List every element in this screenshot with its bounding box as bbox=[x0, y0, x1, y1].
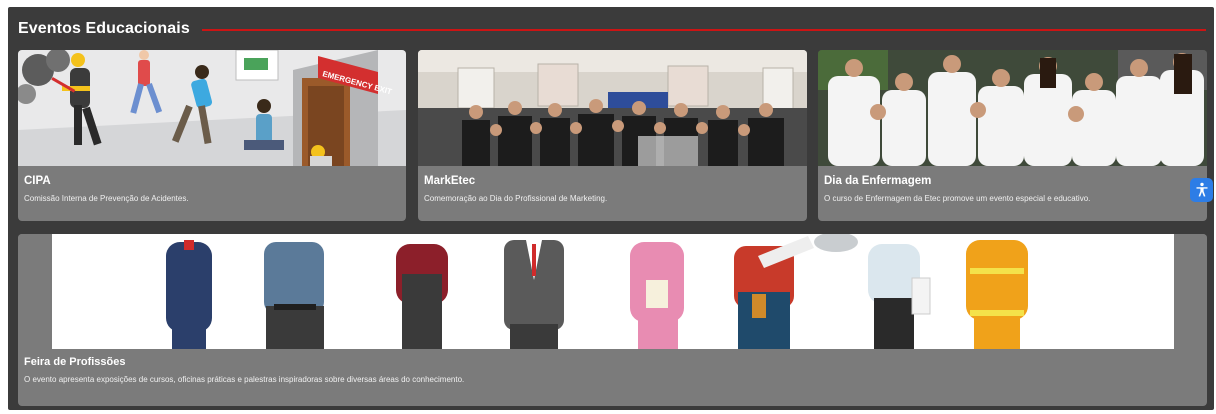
card-title: Feira de Profissões bbox=[24, 356, 126, 368]
accessibility-icon bbox=[1196, 182, 1207, 197]
card-description: Comissão Interna de Prevenção de Acident… bbox=[24, 194, 189, 203]
section-title: Eventos Educacionais bbox=[18, 20, 190, 37]
title-rule bbox=[201, 29, 1206, 31]
card-title: Dia da Enfermagem bbox=[824, 175, 932, 187]
events-panel: Eventos Educacionais EMERGENCY EXIT CIPA… bbox=[8, 7, 1214, 410]
emergency-evacuation-illustration: EMERGENCY EXIT bbox=[18, 50, 406, 166]
event-card-professions-fair[interactable]: Feira de Profissões O evento apresenta e… bbox=[18, 234, 1207, 406]
event-card-cipa[interactable]: EMERGENCY EXIT CIPA Comissão Interna de … bbox=[18, 50, 406, 221]
section-header: Eventos Educacionais bbox=[18, 19, 1206, 39]
accessibility-button[interactable] bbox=[1190, 178, 1213, 202]
card-description: O evento apresenta exposições de cursos,… bbox=[24, 375, 465, 384]
nursing-image bbox=[818, 50, 1207, 166]
card-title: MarkEtec bbox=[424, 175, 476, 187]
cipa-image: EMERGENCY EXIT bbox=[18, 50, 406, 166]
event-card-marketec[interactable]: MarkEtec Comemoração ao Dia do Profissio… bbox=[418, 50, 807, 221]
event-card-nursing[interactable]: Dia da Enfermagem O curso de Enfermagem … bbox=[818, 50, 1207, 221]
marketec-image bbox=[418, 50, 807, 166]
professions-illustration bbox=[18, 234, 1207, 349]
professions-image bbox=[18, 234, 1207, 349]
card-description: O curso de Enfermagem da Etec promove um… bbox=[824, 194, 1091, 203]
marketing-group-photo bbox=[418, 50, 807, 166]
card-title: CIPA bbox=[24, 175, 51, 187]
nursing-students-photo bbox=[818, 50, 1207, 166]
card-description: Comemoração ao Dia do Profissional de Ma… bbox=[424, 194, 608, 203]
